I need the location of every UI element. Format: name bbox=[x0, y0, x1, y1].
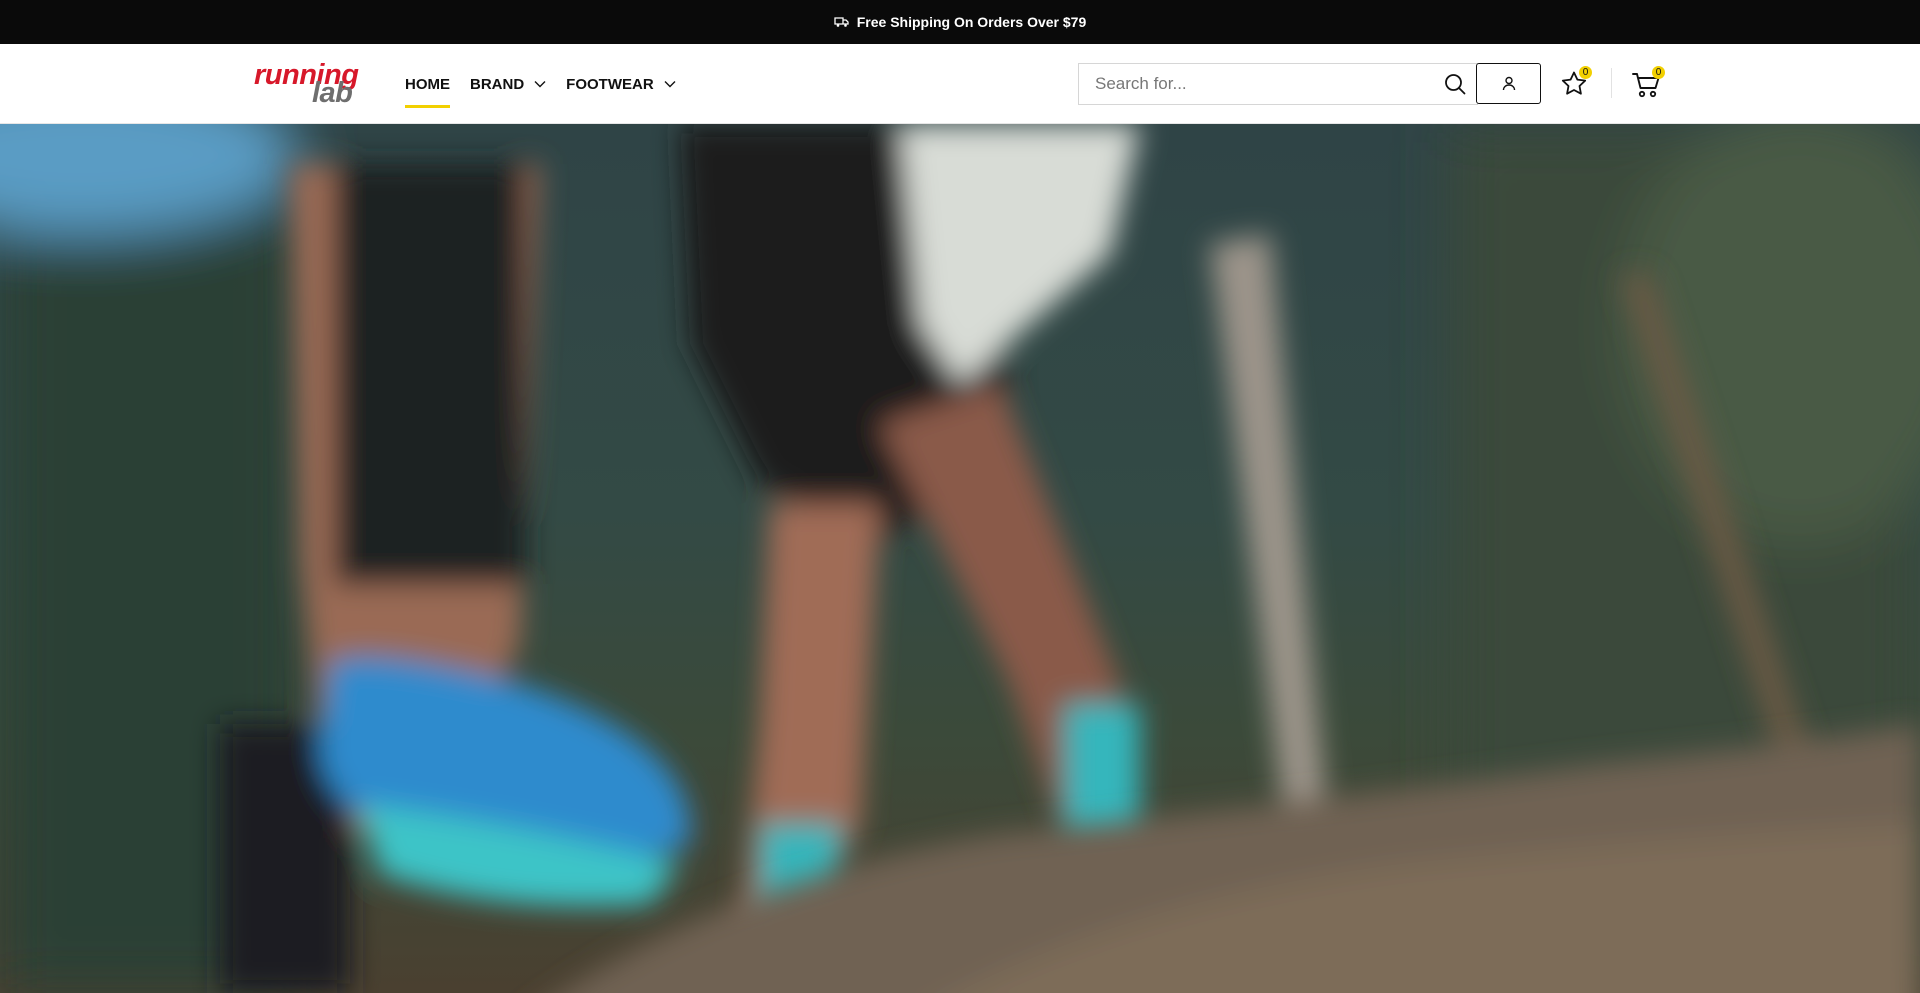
hero-background-image bbox=[0, 124, 1920, 993]
nav-item-home[interactable]: HOME bbox=[405, 44, 450, 124]
site-logo[interactable]: running lab bbox=[254, 61, 378, 109]
nav-item-footwear[interactable]: FOOTWEAR bbox=[566, 44, 676, 124]
logo-line-2: lab bbox=[312, 77, 353, 109]
cart-button[interactable]: 0 bbox=[1631, 66, 1667, 100]
chevron-down-icon bbox=[664, 81, 676, 88]
nav-item-brand[interactable]: BRAND bbox=[470, 44, 546, 124]
site-header: running lab HOME BRAND FOOTWEAR Search f… bbox=[0, 44, 1920, 124]
cart-count-badge: 0 bbox=[1652, 66, 1665, 79]
wishlist-count-badge: 0 bbox=[1579, 66, 1592, 79]
search-icon bbox=[1445, 74, 1466, 95]
search-button[interactable] bbox=[1433, 64, 1477, 104]
user-icon bbox=[1502, 76, 1515, 91]
account-button[interactable] bbox=[1476, 63, 1541, 104]
hero-banner bbox=[0, 124, 1920, 993]
search-input[interactable] bbox=[1079, 64, 1433, 104]
search-bar bbox=[1078, 63, 1478, 105]
announcement-text: Free Shipping On Orders Over $79 bbox=[856, 14, 1087, 30]
announcement-bar: Free Shipping On Orders Over $79 bbox=[0, 0, 1920, 44]
truck-icon bbox=[834, 17, 849, 27]
nav-item-label: FOOTWEAR bbox=[566, 75, 654, 93]
header-divider bbox=[1611, 68, 1612, 98]
wishlist-button[interactable]: 0 bbox=[1558, 66, 1592, 100]
nav-item-label: HOME bbox=[405, 75, 450, 93]
nav-item-label: BRAND bbox=[470, 75, 525, 93]
main-nav: HOME BRAND FOOTWEAR bbox=[405, 44, 696, 124]
chevron-down-icon bbox=[534, 81, 546, 88]
